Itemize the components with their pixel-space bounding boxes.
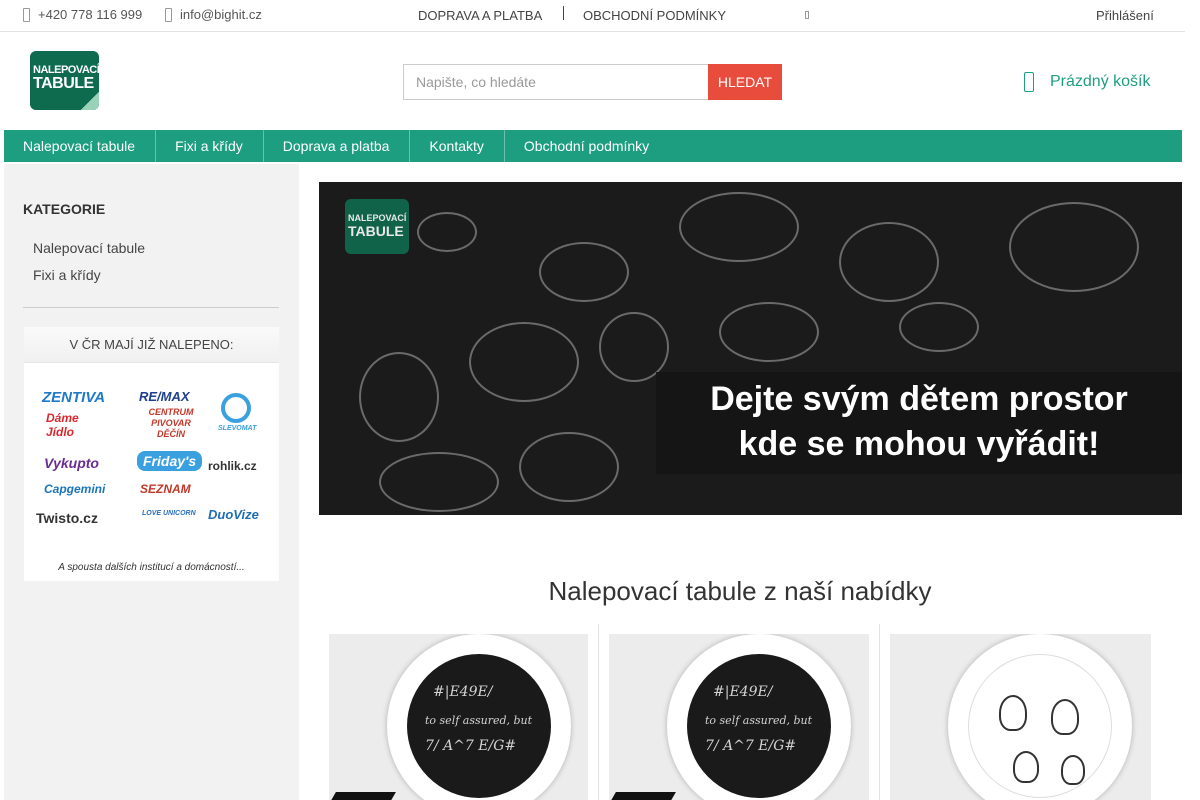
chalk-doodle: [1009, 202, 1139, 292]
product-image: #|E49E/ to self assured, but 7/ A^7 E/G#: [667, 634, 851, 800]
banner-logo-line1: NALEPOVACÍ: [348, 213, 407, 223]
cart-icon: [1024, 72, 1034, 92]
banner-caption-line2: kde se mohou vyřádit!: [738, 425, 1100, 463]
logo-peel-corner: [81, 92, 99, 110]
hero-banner[interactable]: NALEPOVACÍ TABULE Dejte svým dětem prost…: [319, 182, 1182, 515]
chalk-scribble: #|E49E/: [713, 684, 773, 700]
brand-logo-slevomat-mark: [221, 393, 251, 423]
chalk-doodle: [719, 302, 819, 362]
lightbulb-doodle: [1013, 751, 1039, 783]
chalkboard-circle: #|E49E/ to self assured, but 7/ A^7 E/G#: [687, 654, 831, 798]
chalkboard-circle: #|E49E/ to self assured, but 7/ A^7 E/G#: [407, 654, 551, 798]
brand-logo-duovize: DuoVize: [208, 507, 259, 522]
chalk-doodle: [679, 192, 799, 262]
brand-logo-fridays: Friday's: [137, 451, 203, 471]
nav-item-terms[interactable]: Obchodní podmínky: [505, 130, 669, 162]
banner-logo-line2: TABULE: [348, 223, 404, 239]
brand-logo-loveunicorn: LOVE UNICORN: [142, 510, 196, 517]
chalk-doodle: [539, 242, 629, 302]
cart[interactable]: Prázdný košík: [1024, 72, 1150, 92]
chalk-scribble: 7/ A^7 E/G#: [425, 738, 517, 754]
email-address: info@bighit.cz: [180, 7, 262, 22]
product-image: #|E49E/ to self assured, but 7/ A^7 E/G#: [387, 634, 571, 800]
product-image: [948, 634, 1132, 800]
product-card[interactable]: #|E49E/ to self assured, but 7/ A^7 E/G#: [609, 634, 869, 800]
login-link[interactable]: Přihlášení: [1096, 8, 1154, 23]
nav-item-markers[interactable]: Fixi a křídy: [156, 130, 264, 162]
chalk-doodle: [379, 452, 499, 512]
more-icon[interactable]: [805, 11, 809, 19]
client-logos-footer: A spousta dalších institucí a domácností…: [58, 562, 245, 573]
client-logos-heading: V ČR MAJÍ JIŽ NALEPENO:: [24, 327, 279, 363]
product-column-divider: [879, 624, 880, 800]
phone-contact[interactable]: +420 778 116 999: [23, 7, 142, 22]
brand-logo-pivovar: CENTRUM PIVOVAR DĚČÍN: [148, 407, 194, 439]
top-link-terms[interactable]: OBCHODNÍ PODMÍNKY: [583, 8, 726, 23]
phone-icon: [23, 7, 30, 22]
brand-logo-seznam: SEZNAM: [140, 482, 191, 496]
banner-caption: Dejte svým dětem prostor kde se mohou vy…: [656, 372, 1182, 474]
chalk-doodle: [469, 322, 579, 402]
product-card[interactable]: #|E49E/ to self assured, but 7/ A^7 E/G#: [329, 634, 588, 800]
sidebar: KATEGORIE Nalepovací tabule Fixi a křídy…: [4, 164, 299, 800]
email-contact[interactable]: info@bighit.cz: [165, 7, 262, 22]
top-link-divider: [563, 6, 564, 20]
product-image-corner: [609, 792, 676, 800]
product-grid: #|E49E/ to self assured, but 7/ A^7 E/G#…: [319, 624, 1181, 800]
search-input[interactable]: [403, 64, 708, 100]
chalk-doodle: [519, 432, 619, 502]
nav-item-contacts[interactable]: Kontakty: [410, 130, 505, 162]
brand-logo-capgemini: Capgemini: [44, 482, 106, 496]
chalk-doodle: [839, 222, 939, 302]
lightbulb-doodle: [999, 695, 1027, 731]
site-logo[interactable]: NALEPOVACÍ TABULE: [30, 51, 100, 110]
nav-item-shipping[interactable]: Doprava a platba: [264, 130, 411, 162]
main-nav: Nalepovací tabule Fixi a křídy Doprava a…: [4, 130, 1182, 162]
category-item-tables[interactable]: Nalepovací tabule: [33, 240, 145, 256]
lightbulb-doodle: [1051, 699, 1079, 735]
whiteboard-circle: [968, 654, 1112, 798]
brand-logo-slevomat: SLEVOMAT: [218, 425, 257, 432]
search-button[interactable]: HLEDAT: [708, 64, 782, 100]
lightbulb-doodle: [1061, 755, 1085, 785]
chalk-doodle: [417, 212, 477, 252]
brand-logo-rohlik: rohlik.cz: [208, 459, 257, 473]
product-image-corner: [329, 792, 396, 800]
product-column-divider: [598, 624, 599, 800]
envelope-icon: [165, 7, 172, 22]
category-title: KATEGORIE: [23, 201, 106, 217]
banner-logo: NALEPOVACÍ TABULE: [345, 199, 409, 254]
client-logos-banner[interactable]: V ČR MAJÍ JIŽ NALEPENO: ZENTIVA RE/MAX D…: [24, 327, 279, 581]
brand-logo-damejidlo: Dáme Jídlo: [46, 411, 79, 439]
chalk-scribble: 7/ A^7 E/G#: [705, 738, 797, 754]
product-card[interactable]: [890, 634, 1151, 800]
nav-item-tables[interactable]: Nalepovací tabule: [4, 130, 157, 162]
section-title: Nalepovací tabule z naší nabídky: [548, 576, 932, 606]
brand-logo-remax: RE/MAX: [139, 389, 190, 404]
logo-text-line2: TABULE: [33, 75, 94, 92]
top-bar: +420 778 116 999 info@bighit.cz DOPRAVA …: [0, 0, 1185, 32]
chalk-doodle: [359, 352, 439, 442]
top-link-shipping[interactable]: DOPRAVA A PLATBA: [418, 8, 542, 23]
cart-label: Prázdný košík: [1050, 73, 1151, 90]
phone-number: +420 778 116 999: [38, 7, 143, 22]
brand-logo-zentiva: ZENTIVA: [42, 389, 106, 406]
brand-logo-vykupto: Vykupto: [44, 455, 99, 471]
chalk-doodle: [899, 302, 979, 352]
chalk-scribble: to self assured, but: [705, 714, 813, 727]
chalk-scribble: #|E49E/: [433, 684, 493, 700]
chalk-scribble: to self assured, but: [425, 714, 533, 727]
search-form: HLEDAT: [403, 64, 782, 100]
banner-caption-line1: Dejte svým dětem prostor: [710, 380, 1128, 418]
sidebar-divider: [23, 307, 279, 308]
category-item-markers[interactable]: Fixi a křídy: [33, 267, 101, 283]
brand-logo-twisto: Twisto.cz: [36, 510, 98, 526]
